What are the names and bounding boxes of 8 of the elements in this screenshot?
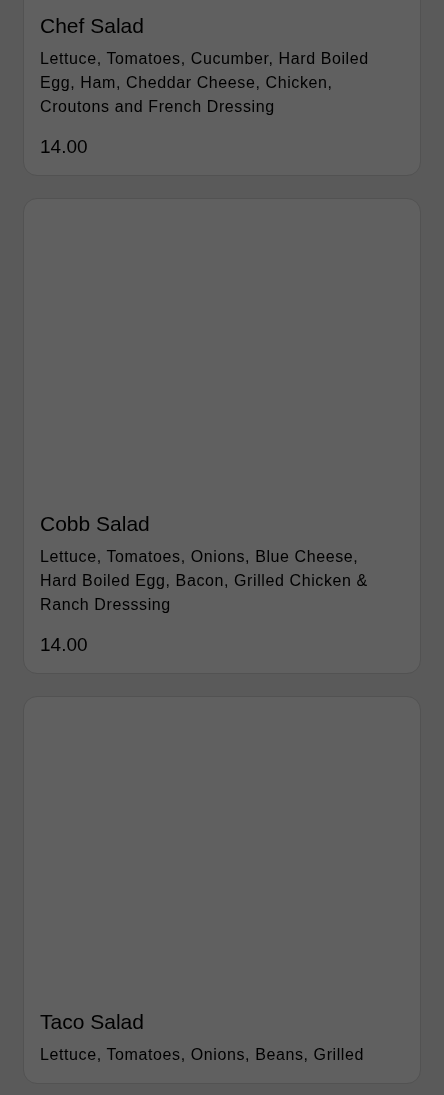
item-price: 14.00	[40, 633, 89, 657]
item-title: Taco Salad	[40, 1009, 145, 1035]
item-description: Lettuce, Tomatoes, Cucumber, Hard Boiled Egg, Ham, Cheddar Cheese, Chicken, Croutons and French Dressing	[40, 49, 370, 117]
item-description: Lettuce, Tomatoes, Onions, Beans, Grilled	[40, 1045, 366, 1065]
item-description: Lettuce, Tomatoes, Onions, Blue Cheese, Hard Boiled Egg, Bacon, Grilled Chicken & Ranch Dresssing	[40, 547, 369, 615]
item-price: 14.00	[40, 135, 89, 159]
item-title: Chef Salad	[40, 13, 145, 39]
item-title: Cobb Salad	[40, 511, 151, 537]
